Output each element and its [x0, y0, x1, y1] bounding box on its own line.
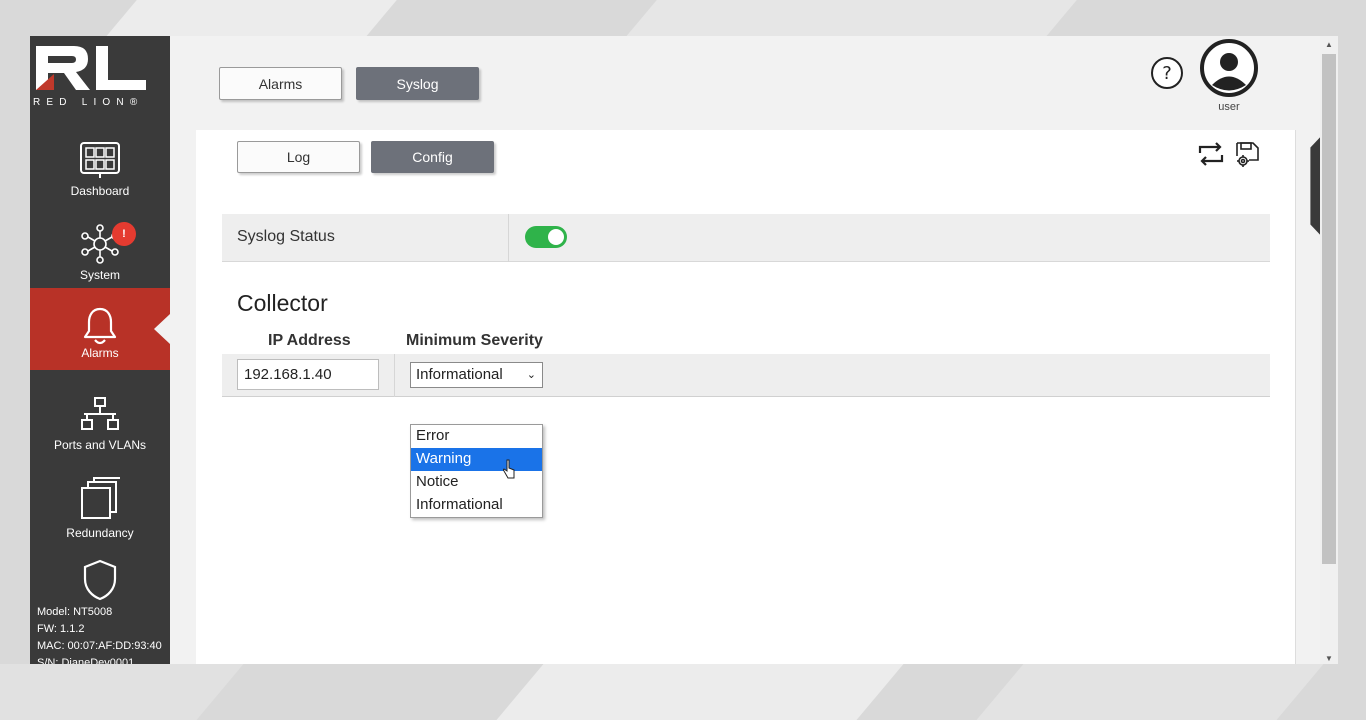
shield-icon [82, 559, 118, 601]
sidebar-item-alarms[interactable]: Alarms [30, 288, 170, 370]
sidebar-item-label: Dashboard [70, 184, 130, 198]
scrollbar[interactable]: ▲ ▼ [1320, 36, 1338, 664]
bell-icon [82, 306, 118, 346]
tab-log[interactable]: Log [237, 141, 360, 173]
alert-badge: ! [112, 222, 136, 246]
option-informational[interactable]: Informational [411, 494, 542, 517]
scroll-down-arrow-icon[interactable]: ▼ [1325, 654, 1333, 663]
help-icon[interactable]: ? [1150, 56, 1184, 90]
mouse-pointer-icon [503, 459, 515, 479]
dashboard-icon [79, 140, 121, 180]
ip-address-header: IP Address [268, 332, 351, 349]
system-network-icon: ! [80, 222, 136, 264]
collector-title: Collector [237, 290, 328, 316]
syslog-status-row: Syslog Status [222, 214, 1270, 262]
ports-topology-icon [79, 394, 121, 434]
tab-syslog[interactable]: Syslog [356, 67, 479, 100]
redundancy-stack-icon [78, 476, 122, 522]
sidebar-item-label: Ports and VLANs [53, 438, 147, 452]
save-config-icon[interactable] [1233, 140, 1261, 168]
divider [394, 354, 395, 397]
app-window: RED LION® Dashboard ! System Alarms Port… [30, 36, 1338, 664]
user-avatar-icon[interactable] [1199, 38, 1259, 98]
device-mac: MAC: 00:07:AF:DD:93:40 [37, 640, 162, 652]
scrollbar-thumb[interactable] [1322, 54, 1336, 564]
tab-config[interactable]: Config [371, 141, 494, 173]
option-error[interactable]: Error [411, 425, 542, 448]
device-info: Model: NT5008 FW: 1.1.2 MAC: 00:07:AF:DD… [37, 604, 162, 664]
svg-text:?: ? [1162, 63, 1172, 84]
option-warning[interactable]: Warning [411, 448, 542, 471]
content-panel: Log Config Syslog Status Collector IP Ad… [196, 130, 1296, 664]
selected-severity: Informational [416, 366, 503, 383]
toggle-knob [548, 229, 564, 245]
collector-row: Informational ⌄ [222, 354, 1270, 397]
sidebar: RED LION® Dashboard ! System Alarms Port… [30, 36, 170, 664]
rl-logo-icon [36, 46, 146, 90]
sidebar-item-dashboard[interactable]: Dashboard [30, 132, 170, 214]
sidebar-item-security[interactable] [30, 552, 170, 602]
brand-wordmark: RED LION® [33, 97, 144, 108]
minimum-severity-select[interactable]: Informational ⌄ [410, 362, 543, 388]
sidebar-item-label: Redundancy [66, 526, 134, 540]
sidebar-item-ports-and-vlans[interactable]: Ports and VLANs [30, 386, 170, 468]
sidebar-item-redundancy[interactable]: Redundancy [30, 468, 170, 550]
device-model: Model: NT5008 [37, 606, 113, 618]
syslog-status-toggle[interactable] [525, 226, 567, 248]
ip-address-input[interactable] [237, 359, 379, 390]
red-lion-logo[interactable]: RED LION® [30, 36, 170, 116]
divider [508, 214, 509, 262]
scroll-up-arrow-icon[interactable]: ▲ [1325, 40, 1333, 49]
sidebar-item-system[interactable]: ! System [30, 216, 170, 298]
sidebar-item-label: Alarms [81, 346, 119, 360]
syslog-status-label: Syslog Status [237, 228, 335, 245]
device-serial: S/N: DianeDev0001 [37, 657, 135, 664]
severity-dropdown-list: Error Warning Notice Informational [410, 424, 543, 518]
chevron-down-icon: ⌄ [526, 369, 536, 381]
device-firmware: FW: 1.1.2 [37, 623, 85, 635]
option-notice[interactable]: Notice [411, 471, 542, 494]
active-indicator [154, 314, 170, 344]
sidebar-item-label: System [79, 268, 120, 282]
refresh-swap-icon[interactable] [1197, 140, 1225, 168]
minimum-severity-header: Minimum Severity [406, 332, 543, 349]
tab-alarms[interactable]: Alarms [219, 67, 342, 100]
user-label: user [1218, 101, 1240, 113]
panel-toolbar [1197, 140, 1261, 168]
